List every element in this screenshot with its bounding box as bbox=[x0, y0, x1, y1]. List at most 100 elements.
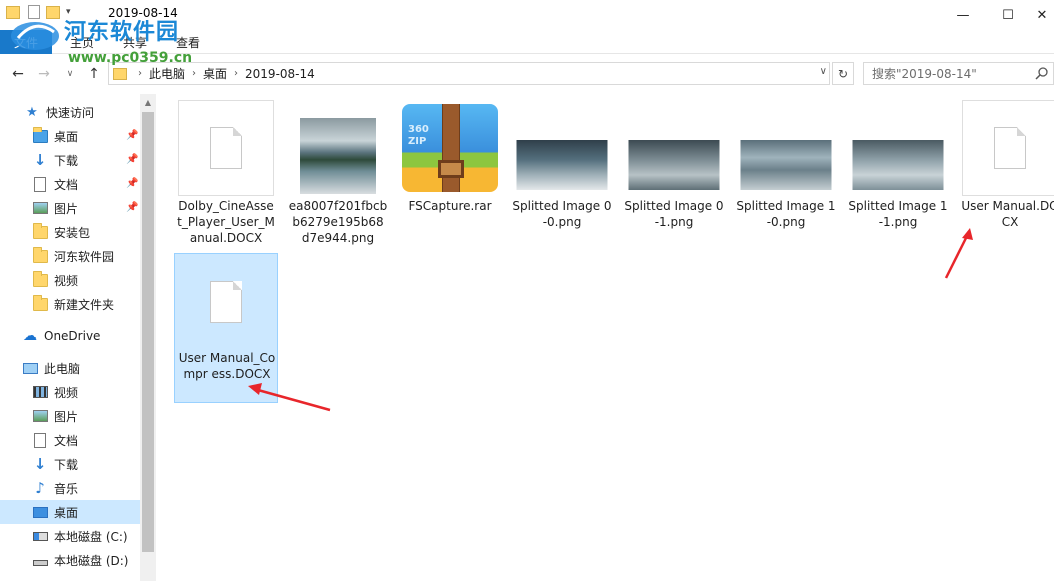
download-arrow-icon: ↓ bbox=[33, 455, 47, 473]
sidebar-item-desktop[interactable]: 桌面 📌 bbox=[0, 124, 140, 148]
pin-icon[interactable]: 📌 bbox=[126, 202, 138, 213]
sidebar-item-label: 河东软件园 bbox=[54, 249, 115, 264]
search-input[interactable]: 搜索"2019-08-14" bbox=[863, 62, 1054, 85]
sidebar-item-pc-music[interactable]: ♪ 音乐 bbox=[0, 476, 140, 500]
properties-icon[interactable] bbox=[28, 5, 40, 19]
breadcrumb-separator-icon: › bbox=[234, 68, 239, 79]
search-placeholder: 搜索"2019-08-14" bbox=[872, 67, 977, 81]
quick-access-toolbar: ▾ bbox=[6, 5, 71, 19]
sidebar-item-pc-pictures[interactable]: 图片 bbox=[0, 404, 140, 428]
music-note-icon: ♪ bbox=[35, 479, 45, 497]
cloud-icon: ☁ bbox=[23, 328, 37, 344]
file-item-selected[interactable]: User Manual_Compr ess.DOCX bbox=[174, 253, 278, 403]
sidebar-item-downloads[interactable]: ↓ 下载 📌 bbox=[0, 148, 140, 172]
sidebar-item-pc-downloads[interactable]: ↓ 下载 bbox=[0, 452, 140, 476]
file-name: ea8007f201fbcb b6279e195b68 d7e944.png bbox=[288, 199, 388, 245]
sidebar-item-new-folder[interactable]: 新建文件夹 bbox=[0, 292, 140, 316]
breadcrumb-separator-icon: › bbox=[192, 68, 197, 79]
sidebar-item-label: 音乐 bbox=[54, 481, 79, 496]
sidebar-item-label: 桌面 bbox=[54, 129, 79, 144]
file-list: Dolby_CineAsse t_Player_User_M anual.DOC… bbox=[166, 94, 1054, 581]
sidebar-item-label: 快速访问 bbox=[46, 105, 95, 120]
refresh-icon: ↻ bbox=[837, 66, 849, 81]
image-thumbnail bbox=[852, 140, 944, 190]
docx-file-icon bbox=[178, 254, 274, 350]
sidebar-item-video-folder[interactable]: 视频 bbox=[0, 268, 140, 292]
new-folder-icon[interactable] bbox=[46, 5, 60, 19]
docx-file-icon bbox=[178, 100, 274, 196]
window-title: 2019-08-14 bbox=[108, 6, 178, 20]
sidebar-item-label: 视频 bbox=[54, 273, 79, 288]
sidebar-item-pc-videos[interactable]: 视频 bbox=[0, 380, 140, 404]
breadcrumb-current-folder[interactable]: 2019-08-14 bbox=[245, 67, 315, 81]
sidebar-item-label: 图片 bbox=[54, 201, 79, 216]
breadcrumb-separator-icon: › bbox=[138, 68, 142, 79]
folder-icon bbox=[32, 294, 48, 312]
maximize-button[interactable]: ☐ bbox=[985, 0, 1031, 30]
file-item[interactable]: Splitted Image 1-1.png bbox=[846, 100, 950, 252]
star-icon: ★ bbox=[26, 104, 38, 120]
sidebar-item-label: 文档 bbox=[54, 433, 79, 448]
sidebar-item-label: 图片 bbox=[54, 409, 79, 424]
breadcrumb-this-pc[interactable]: 此电脑 bbox=[149, 65, 185, 82]
system-drive-icon bbox=[32, 528, 48, 544]
pin-icon[interactable]: 📌 bbox=[126, 178, 138, 189]
pin-icon[interactable]: 📌 bbox=[126, 130, 138, 141]
scrollbar-thumb[interactable] bbox=[142, 112, 154, 552]
address-dropdown-icon[interactable]: ∨ bbox=[820, 66, 827, 77]
forward-arrow-icon[interactable]: → bbox=[34, 64, 54, 84]
file-item[interactable]: Dolby_CineAsse t_Player_User_M anual.DOC… bbox=[174, 100, 278, 252]
file-item[interactable]: 360 ZIP FSCapture.rar bbox=[398, 100, 502, 252]
sidebar-item-label: 安装包 bbox=[54, 225, 91, 240]
scroll-up-arrow-icon[interactable]: ▲ bbox=[140, 94, 156, 110]
tab-file[interactable]: 文件 bbox=[0, 30, 52, 54]
tab-share[interactable]: 共享 bbox=[123, 34, 147, 51]
file-name: Splitted Image 1-1.png bbox=[848, 199, 948, 229]
sidebar-item-drive-d[interactable]: 本地磁盘 (D:) bbox=[0, 548, 140, 572]
file-item[interactable]: Splitted Image 0-1.png bbox=[622, 100, 726, 252]
folder-icon bbox=[32, 222, 48, 240]
file-name: FSCapture.rar bbox=[408, 199, 492, 213]
up-arrow-icon[interactable]: ↑ bbox=[84, 64, 104, 84]
file-name: Dolby_CineAsse t_Player_User_M anual.DOC… bbox=[177, 199, 275, 245]
sidebar-item-label: 新建文件夹 bbox=[54, 297, 115, 312]
ribbon-tabs: 文件 主页 共享 查看 bbox=[0, 30, 1054, 54]
sidebar-item-label: 下载 bbox=[54, 457, 79, 472]
sidebar-item-label: 本地磁盘 (C:) bbox=[54, 529, 128, 544]
sidebar-item-documents[interactable]: 文档 📌 bbox=[0, 172, 140, 196]
image-thumbnail bbox=[300, 118, 376, 194]
file-item[interactable]: ea8007f201fbcb b6279e195b68 d7e944.png bbox=[286, 100, 390, 252]
pin-icon[interactable]: 📌 bbox=[126, 154, 138, 165]
sidebar-item-pc-documents[interactable]: 文档 bbox=[0, 428, 140, 452]
file-item[interactable]: Splitted Image 0-0.png bbox=[510, 100, 614, 252]
tab-home[interactable]: 主页 bbox=[70, 34, 94, 51]
sidebar-item-label: 此电脑 bbox=[44, 361, 81, 376]
file-item[interactable]: Splitted Image 1-0.png bbox=[734, 100, 838, 252]
sidebar-item-onedrive[interactable]: ☁ OneDrive bbox=[0, 324, 140, 348]
file-name: Splitted Image 1-0.png bbox=[736, 199, 836, 229]
folder-icon bbox=[32, 270, 48, 288]
tab-view[interactable]: 查看 bbox=[176, 34, 200, 51]
recent-locations-chevron-icon[interactable]: ∨ bbox=[60, 64, 80, 84]
address-bar[interactable]: › 此电脑 › 桌面 › 2019-08-14 ∨ bbox=[108, 62, 830, 85]
sidebar-item-hedong[interactable]: 河东软件园 bbox=[0, 244, 140, 268]
sidebar-item-pc-desktop[interactable]: 桌面 bbox=[0, 500, 140, 524]
refresh-button[interactable]: ↻ bbox=[832, 62, 854, 85]
sidebar-item-label: 文档 bbox=[54, 177, 79, 192]
chevron-down-icon[interactable]: ▾ bbox=[66, 7, 71, 17]
sidebar-item-this-pc[interactable]: 此电脑 bbox=[0, 356, 140, 380]
sidebar-item-quick-access[interactable]: ★ 快速访问 bbox=[0, 100, 140, 124]
sidebar-item-install-pack[interactable]: 安装包 bbox=[0, 220, 140, 244]
file-item[interactable]: User Manual.DOCX bbox=[958, 100, 1054, 252]
sidebar-item-drive-c[interactable]: 本地磁盘 (C:) bbox=[0, 524, 140, 548]
close-button[interactable]: ✕ bbox=[1030, 0, 1054, 30]
breadcrumb-desktop[interactable]: 桌面 bbox=[203, 65, 227, 82]
sidebar-item-pictures[interactable]: 图片 📌 bbox=[0, 196, 140, 220]
back-arrow-icon[interactable]: ← bbox=[8, 64, 28, 84]
minimize-button[interactable]: — bbox=[940, 0, 986, 30]
picture-icon bbox=[32, 408, 48, 424]
sidebar-item-label: 桌面 bbox=[54, 505, 79, 520]
image-thumbnail bbox=[628, 140, 720, 190]
sidebar-scrollbar[interactable]: ▲ bbox=[140, 94, 156, 581]
archive-360zip-icon: 360 ZIP bbox=[402, 104, 498, 194]
